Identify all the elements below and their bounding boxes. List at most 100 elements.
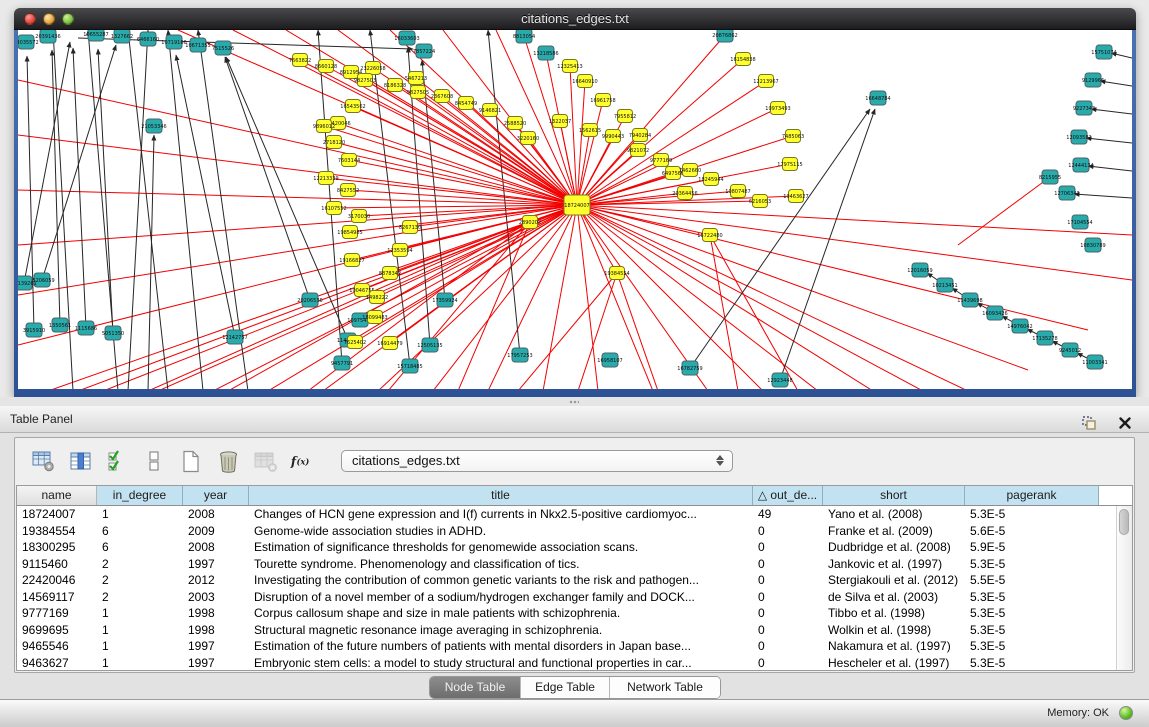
graph-node[interactable]: 7625402 (344, 336, 366, 349)
graph-edge[interactable] (710, 235, 738, 389)
table-row[interactable]: 946362711997Embryonic stem cells: a mode… (17, 655, 1132, 671)
graph-node[interactable]: 8215955 (1039, 170, 1061, 184)
graph-node[interactable]: 12093582 (1066, 130, 1091, 144)
graph-node[interactable]: 12213339 (313, 172, 338, 185)
graph-node[interactable]: 8186328 (384, 79, 406, 92)
graph-edge[interactable] (1100, 81, 1132, 86)
graph-node[interactable]: 20364456 (672, 187, 697, 200)
graph-node[interactable]: 6466160 (137, 32, 159, 46)
delete-rows-trash-icon[interactable] (216, 449, 240, 473)
graph-node[interactable]: 9777169 (650, 154, 672, 167)
table-row[interactable]: 911546021997Tourette syndrome. Phenomeno… (17, 556, 1132, 573)
graph-edge[interactable] (577, 81, 585, 205)
graph-node[interactable]: 15751074 (1091, 45, 1116, 59)
new-table-icon[interactable] (179, 449, 203, 473)
column-header-pagerank[interactable]: pagerank (965, 486, 1099, 505)
graph-node[interactable]: 12142757 (222, 330, 247, 344)
function-builder-icon[interactable]: f (x) (290, 449, 314, 473)
graph-node[interactable]: 16914479 (377, 337, 402, 350)
graph-node[interactable]: 7857224 (413, 44, 435, 58)
graph-node[interactable]: 9990443 (602, 130, 624, 143)
network-table-select[interactable]: citations_edges.txt (341, 450, 733, 472)
graph-node[interactable]: 8660128 (315, 60, 337, 73)
graph-node[interactable]: 3220160 (517, 132, 539, 145)
graph-edge[interactable] (577, 205, 1028, 370)
tab-edge-table[interactable]: Edge Table (520, 677, 609, 698)
column-header-short[interactable]: short (823, 486, 965, 505)
graph-edge[interactable] (128, 30, 168, 389)
graph-node[interactable]: 16961758 (590, 94, 615, 107)
graph-node[interactable]: 8427552 (337, 184, 359, 197)
graph-edge[interactable] (1074, 194, 1132, 198)
graph-node[interactable]: 8813054 (513, 30, 535, 43)
graph-node[interactable]: 1562615 (579, 124, 601, 137)
column-header-name[interactable]: name (17, 486, 97, 505)
graph-node[interactable]: 9146821 (479, 104, 501, 117)
graph-node[interactable]: 8454749 (455, 97, 477, 110)
float-panel-icon[interactable] (1077, 411, 1101, 435)
graph-node[interactable]: 17957253 (507, 348, 532, 362)
table-row[interactable]: 1938455462009Genome-wide association stu… (17, 523, 1132, 540)
graph-node[interactable]: 8267130 (399, 221, 421, 234)
table-vertical-scrollbar[interactable] (1116, 506, 1132, 670)
graph-node[interactable]: 7603144 (338, 154, 360, 167)
graph-node[interactable]: 10719166 (161, 35, 186, 49)
network-canvas[interactable]: 1872400724035572203914361065528713276626… (18, 30, 1132, 389)
graph-edge[interactable] (577, 100, 603, 205)
graph-node[interactable]: 10671355 (185, 38, 210, 52)
tab-node-table[interactable]: Node Table (430, 677, 520, 698)
graph-node[interactable]: 16640910 (572, 75, 597, 88)
graph-node[interactable]: 1498222 (366, 291, 388, 304)
graph-node[interactable]: 12444134 (1068, 158, 1093, 172)
graph-node[interactable]: 3170030 (348, 210, 370, 223)
graph-node[interactable]: 16033603 (394, 31, 419, 45)
graph-node[interactable]: 7940284 (629, 129, 651, 142)
table-settings-icon[interactable] (31, 449, 55, 473)
graph-node[interactable]: 9227343 (1073, 101, 1095, 115)
graph-node[interactable]: 17975115 (777, 158, 802, 171)
graph-node[interactable]: 3915910 (23, 323, 45, 337)
graph-edge[interactable] (1091, 109, 1132, 114)
graph-edge[interactable] (233, 30, 577, 205)
graph-node[interactable]: 9827503 (354, 74, 376, 87)
graph-node[interactable]: 19384554 (604, 267, 629, 280)
close-panel-icon[interactable] (1113, 411, 1137, 435)
graph-node[interactable]: 1115686 (75, 321, 97, 335)
network-svg[interactable]: 1872400724035572203914361065528713276626… (18, 30, 1132, 389)
graph-edge[interactable] (24, 42, 70, 283)
graph-node[interactable]: 15718485 (397, 359, 422, 373)
graph-edge[interactable] (442, 96, 577, 205)
graph-edge[interactable] (577, 205, 1088, 330)
graph-node[interactable]: 5051350 (102, 326, 124, 340)
column-header-title[interactable]: title (249, 486, 753, 505)
graph-node[interactable]: 11439698 (957, 293, 982, 307)
graph-node[interactable]: 7462660 (679, 164, 701, 177)
graph-edge[interactable] (1088, 166, 1132, 171)
graph-node[interactable]: 13218586 (533, 46, 558, 60)
graph-edge[interactable] (958, 177, 1050, 245)
graph-node[interactable]: 16958107 (597, 353, 622, 367)
graph-node[interactable]: 17104554 (1067, 215, 1092, 229)
graph-node[interactable]: 20206536 (297, 293, 322, 307)
graph-node[interactable]: 12325413 (557, 60, 582, 73)
column-header-year[interactable]: year (183, 486, 249, 505)
graph-node[interactable]: 20391436 (35, 30, 60, 43)
window-titlebar[interactable]: citations_edges.txt (14, 8, 1136, 30)
graph-edge[interactable] (577, 205, 923, 389)
graph-edge[interactable] (168, 30, 203, 389)
table-row[interactable]: 2242004622012Investigating the contribut… (17, 572, 1132, 589)
graph-node[interactable]: 23226058 (360, 62, 385, 75)
graph-node[interactable]: 19854985 (337, 226, 362, 239)
graph-node[interactable]: 19463627 (783, 190, 808, 203)
graph-edge[interactable] (98, 49, 113, 333)
graph-edge[interactable] (225, 57, 310, 300)
graph-node[interactable]: 18245944 (698, 173, 723, 186)
graph-node[interactable]: 12505135 (417, 338, 442, 352)
tab-network-table[interactable]: Network Table (609, 677, 720, 698)
graph-node[interactable]: 9896012 (313, 120, 335, 133)
graph-node[interactable]: 1327662 (111, 30, 133, 43)
graph-node[interactable]: 10213451 (932, 278, 957, 292)
unselect-rows-icon[interactable] (142, 449, 166, 473)
graph-node[interactable]: 12016059 (907, 263, 932, 277)
graph-node[interactable]: 9821072 (627, 144, 649, 157)
